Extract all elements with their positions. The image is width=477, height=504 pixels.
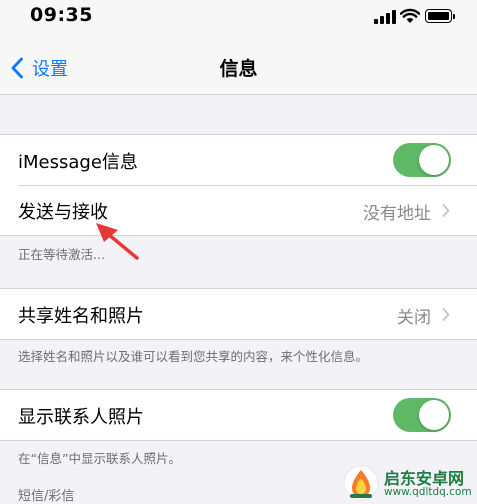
section-header-sms-mms: 短信/彩信 [18,489,75,504]
battery-icon [425,9,455,23]
red-annotation-arrow-icon [96,223,139,260]
settings-group-contact-photos: 显示联系人照片 [0,389,477,441]
contact-photos-toggle[interactable] [393,398,451,432]
row-share-name-photo-value: 关闭 [397,308,431,328]
row-send-receive-value: 没有地址 [363,204,431,224]
row-contact-photos: 显示联系人照片 [0,390,477,440]
row-contact-photos-label: 显示联系人照片 [18,407,144,428]
page-title: 信息 [219,58,258,80]
settings-group-share-name: 共享姓名和照片 关闭 [0,288,477,340]
toggle-knob [419,400,449,430]
watermark: 启东安卓网 www.qdltdq.com [342,462,477,504]
row-share-name-photo[interactable]: 共享姓名和照片 关闭 [0,289,477,339]
status-bar: 09:35 [0,0,477,36]
status-time: 09:35 [30,4,93,26]
watermark-logo-icon [343,465,379,501]
section-footer-share-name: 选择姓名和照片以及谁可以看到您共享的内容，来个性化信息。 [18,349,369,364]
cellular-signal-icon [374,10,396,24]
toggle-knob [419,145,449,175]
settings-group-imessage: iMessage信息 发送与接收 没有地址 [0,134,477,236]
imessage-toggle[interactable] [393,143,451,177]
wifi-icon [400,8,420,23]
row-imessage: iMessage信息 [0,135,477,185]
row-share-name-photo-label: 共享姓名和照片 [18,306,144,327]
section-footer-contact-photos: 在“信息”中显示联系人照片。 [18,451,181,466]
row-imessage-label: iMessage信息 [18,152,138,173]
chevron-right-icon [442,204,450,217]
watermark-url: www.qdltdq.com [384,486,472,498]
chevron-right-icon [442,308,450,321]
navigation-bar: 设置 信息 [0,36,477,95]
row-send-receive[interactable]: 发送与接收 没有地址 [0,185,477,235]
